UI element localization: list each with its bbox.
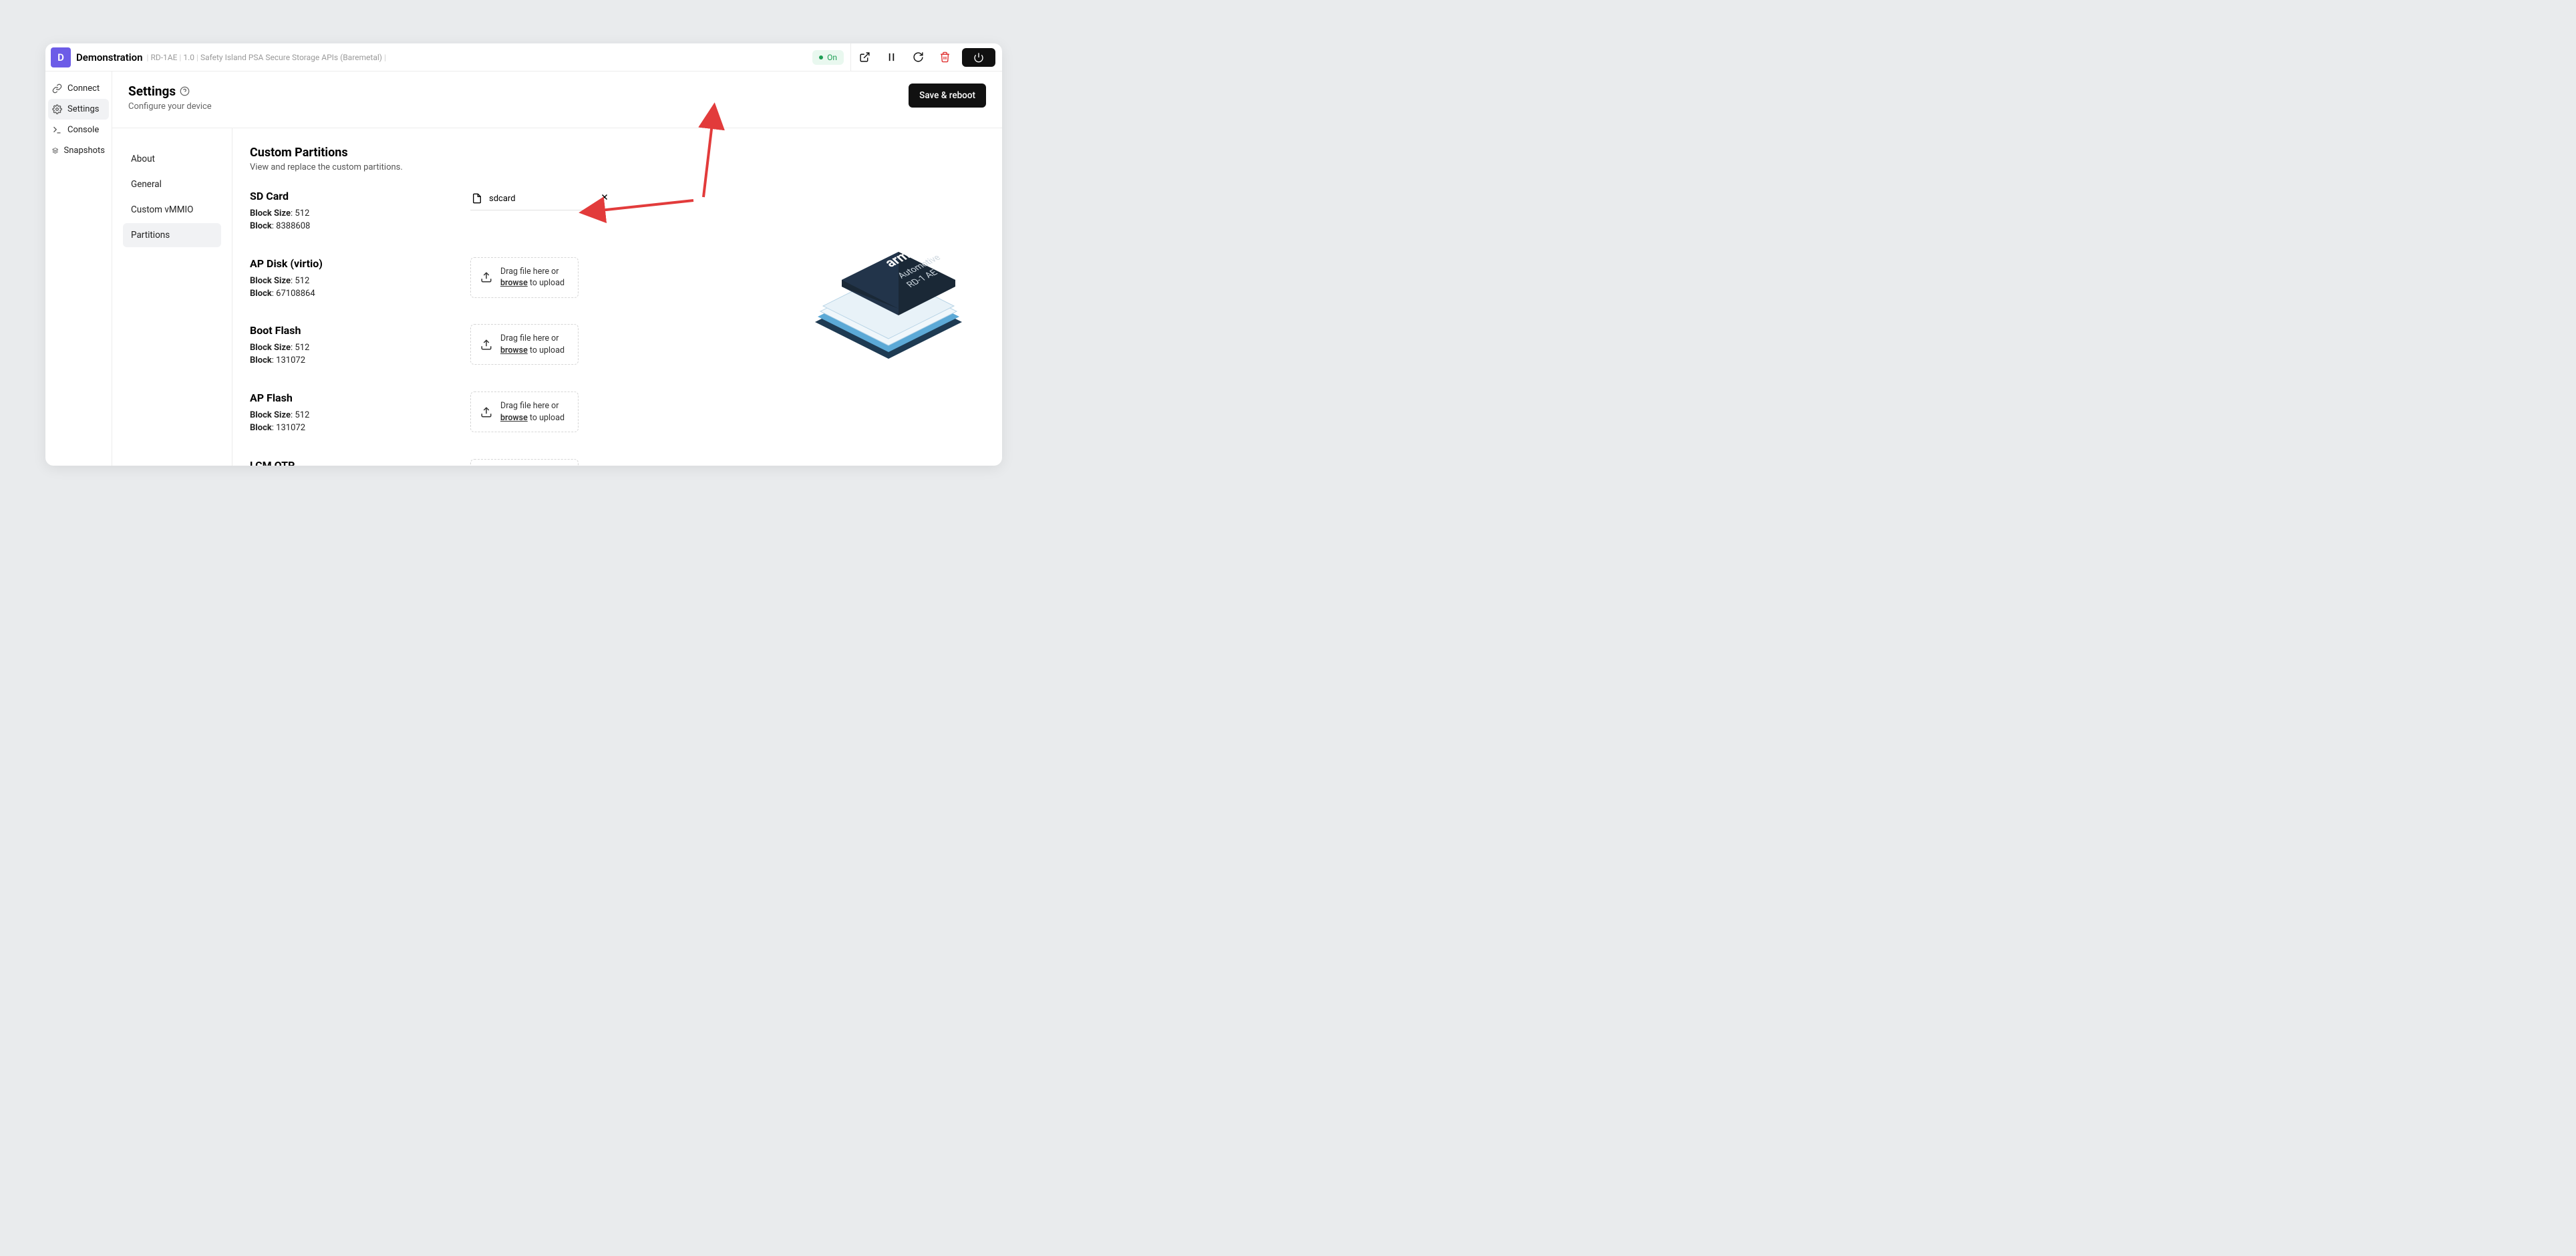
topbar: D Demonstration | RD-1AE | 1.0 | Safety … [45, 43, 1002, 71]
settings-subnav: About General Custom vMMIO Partitions [112, 128, 232, 466]
browse-link[interactable]: browse [500, 413, 528, 423]
power-button[interactable] [962, 48, 995, 67]
page-subtitle: Configure your device [128, 102, 212, 112]
subnav-item-about[interactable]: About [123, 147, 221, 171]
sidebar-item-label: Connect [67, 84, 100, 94]
subnav-item-custom-vmmio[interactable]: Custom vMMIO [123, 198, 221, 222]
external-link-icon [859, 51, 870, 63]
partition-name: Boot Flash [250, 324, 437, 337]
panel-description: View and replace the custom partitions. [250, 162, 985, 172]
sidebar-item-connect[interactable]: Connect [45, 78, 112, 99]
sidebar-item-settings[interactable]: Settings [48, 99, 109, 120]
partition-name: LCM OTP [250, 459, 437, 466]
browse-link[interactable]: browse [500, 345, 528, 355]
sidebar-item-label: Snapshots [63, 146, 105, 156]
app-title: Demonstration [76, 51, 143, 63]
dropzone[interactable]: Drag file here orbrowse to upload [470, 257, 579, 298]
layers-icon [52, 146, 58, 156]
page-title: Settings [128, 84, 212, 99]
external-link-button[interactable] [851, 43, 878, 71]
sidebar-item-label: Settings [67, 104, 99, 114]
partitions-panel: Custom Partitions View and replace the c… [232, 128, 1002, 466]
terminal-icon [52, 125, 62, 135]
status-pill: On [812, 50, 844, 65]
settings-header: Settings Configure your device Save & re… [112, 71, 1002, 128]
partition-row-lcmotp: LCM OTP Block Size: 512 Block: 128 Drag … [250, 459, 985, 466]
close-icon [600, 192, 609, 202]
upload-icon [480, 406, 492, 418]
trash-icon [939, 51, 951, 63]
sidebar-item-console[interactable]: Console [45, 120, 112, 140]
subnav-item-general[interactable]: General [123, 172, 221, 196]
app-badge: D [51, 47, 71, 67]
meta-version: 1.0 [183, 53, 194, 62]
gear-icon [52, 104, 62, 114]
upload-icon [480, 339, 492, 351]
remove-file-button[interactable] [600, 192, 609, 204]
partition-name: SD Card [250, 190, 437, 202]
link-icon [52, 84, 62, 94]
sidebar-item-label: Console [67, 125, 99, 135]
subnav-item-partitions[interactable]: Partitions [123, 223, 221, 247]
partition-name: AP Flash [250, 391, 437, 404]
status-text: On [827, 53, 837, 62]
browse-link[interactable]: browse [500, 278, 528, 288]
meta-model: RD-1AE [150, 53, 177, 62]
save-reboot-button[interactable]: Save & reboot [909, 84, 986, 108]
device-illustration: arm Automotive RD-1 AE [795, 245, 982, 379]
pause-button[interactable] [878, 43, 905, 71]
sidebar-item-snapshots[interactable]: Snapshots [45, 140, 112, 161]
sidebar: Connect Settings Console Snapshots [45, 71, 112, 466]
pause-icon [886, 51, 897, 63]
header-meta: | RD-1AE | 1.0 | Safety Island PSA Secur… [147, 53, 386, 62]
refresh-icon [913, 51, 924, 63]
meta-description: Safety Island PSA Secure Storage APIs (B… [200, 53, 382, 62]
help-icon[interactable] [180, 86, 190, 96]
arm-chip-icon: arm Automotive RD-1 AE [795, 245, 982, 379]
partition-name: AP Disk (virtio) [250, 257, 437, 270]
dropzone[interactable]: Drag file here orbrowse to upload [470, 324, 579, 365]
upload-icon [480, 271, 492, 283]
file-name: sdcard [489, 194, 593, 204]
delete-button[interactable] [931, 43, 958, 71]
partition-row-apflash: AP Flash Block Size: 512 Block: 131072 D… [250, 391, 985, 435]
file-chip: sdcard [470, 190, 611, 210]
panel-title: Custom Partitions [250, 146, 985, 160]
dropzone[interactable]: Drag file here orbrowse to upload [470, 391, 579, 432]
dropzone[interactable]: Drag file here orbrowse to upload [470, 459, 579, 466]
file-icon [472, 193, 482, 204]
refresh-button[interactable] [905, 43, 931, 71]
partition-row-sdcard: SD Card Block Size: 512 Block: 8388608 s… [250, 190, 985, 233]
power-icon [973, 52, 984, 63]
